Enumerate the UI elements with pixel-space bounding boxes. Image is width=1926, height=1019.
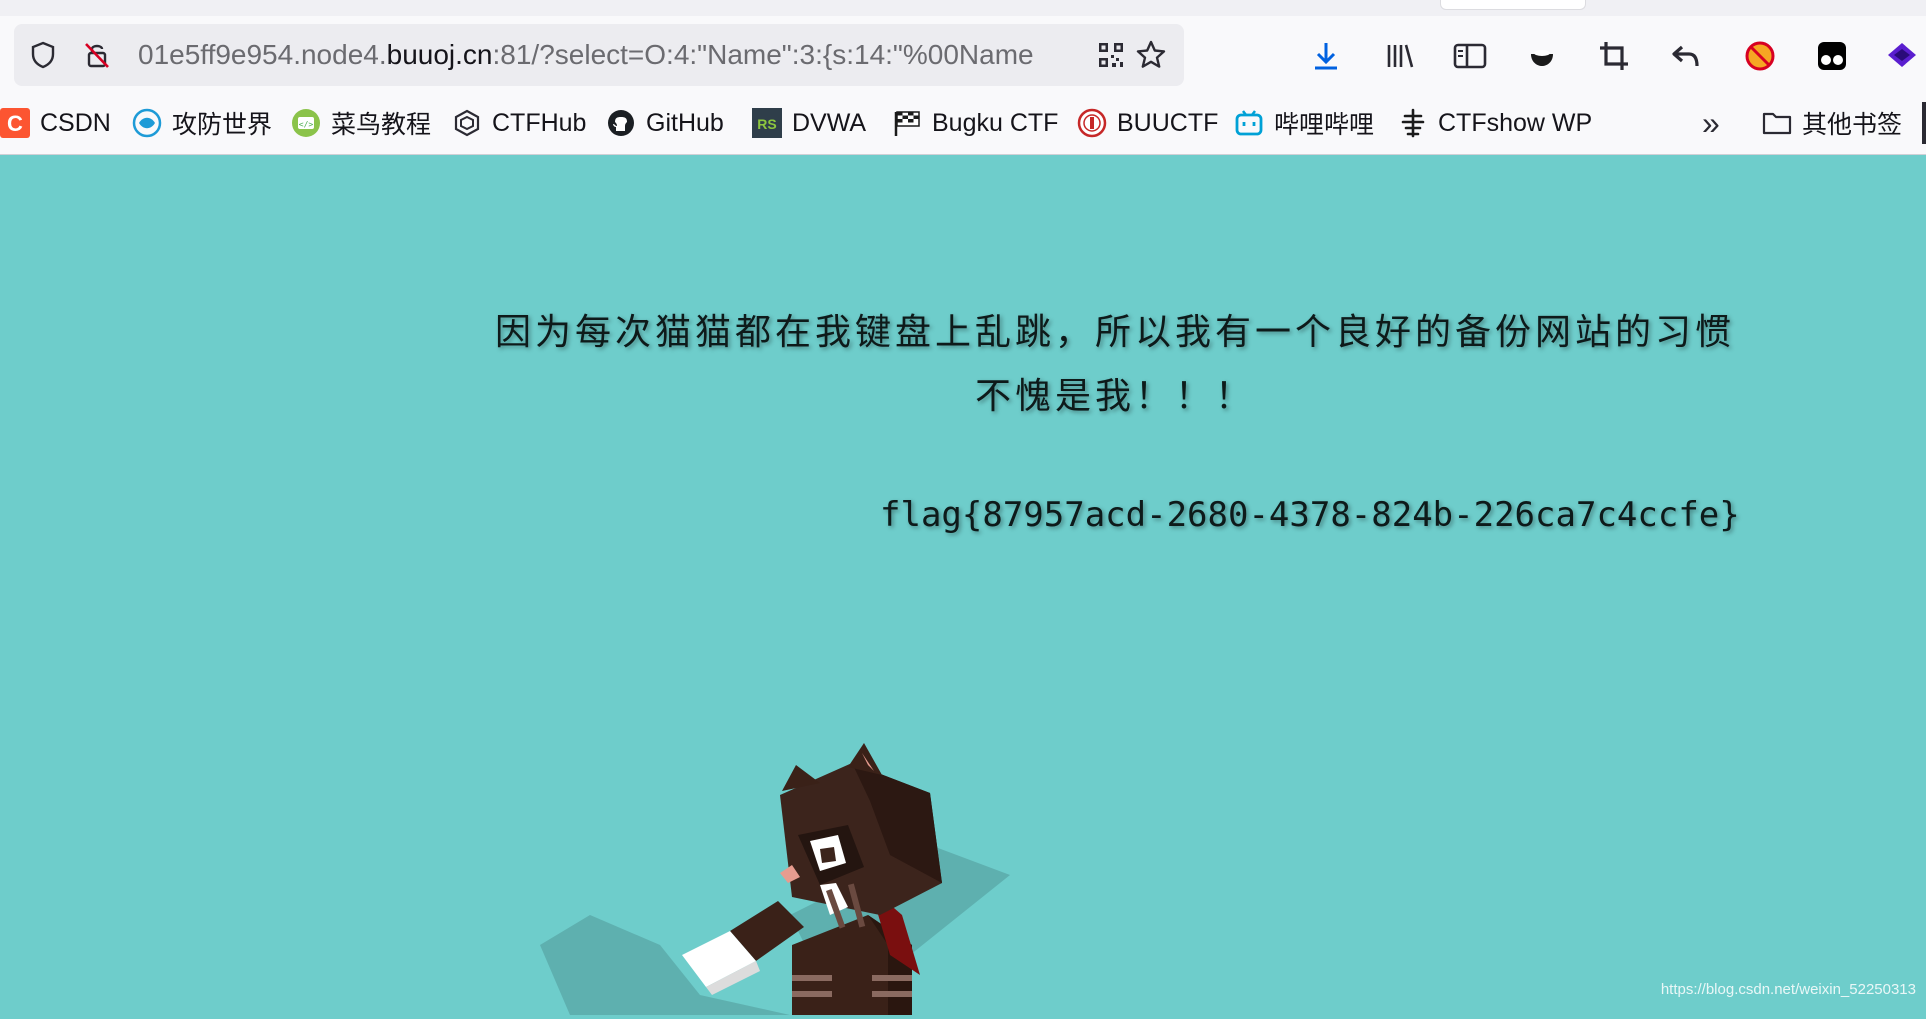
flag-text: flag{87957acd-2680-4378-824b-226ca7c4ccf… xyxy=(880,495,1740,535)
svg-text:RS: RS xyxy=(757,116,776,132)
download-icon[interactable] xyxy=(1304,34,1348,78)
back-undo-icon[interactable] xyxy=(1664,34,1708,78)
bookmark-label: 攻防世界 xyxy=(172,111,273,139)
dvwa-icon: RS xyxy=(752,108,782,138)
bookmark-bilibili[interactable]: 哔哩哔哩 xyxy=(1234,102,1374,144)
bookmark-label: 其他书签 xyxy=(1802,111,1903,139)
extension-layers-icon[interactable] xyxy=(1880,34,1924,78)
page-message-line2: 不愧是我！！！ xyxy=(974,376,1255,417)
bookmarks-overflow-chevron[interactable]: » xyxy=(1702,102,1720,144)
bookmark-label: Bugku CTF xyxy=(932,108,1059,137)
bookmark-bugku[interactable]: Bugku CTF xyxy=(892,102,1058,144)
url-text[interactable]: 01e5ff9e954.node4.buuoj.cn:81/?select=O:… xyxy=(138,37,1082,73)
url-host: buuoj.cn xyxy=(386,39,493,70)
bookmarks-edge xyxy=(1922,102,1926,144)
extension-tampermonkey-icon[interactable] xyxy=(1810,34,1854,78)
active-tab[interactable] xyxy=(1440,0,1586,10)
bookmark-star-icon[interactable] xyxy=(1134,38,1168,72)
csdn-watermark: https://blog.csdn.net/weixin_52250313 xyxy=(1660,981,1916,998)
bookmark-csdn[interactable]: C CSDN xyxy=(0,102,111,144)
svg-text:</>: </> xyxy=(299,120,314,129)
svg-text:C: C xyxy=(7,111,23,136)
url-path: :81/?select=O:4:"Name":3:{s:14:"%00Name xyxy=(492,39,1034,70)
bookmarks-toolbar: C CSDN 攻防世界 </> 菜鸟教程 CTFHub GitHub RS DV… xyxy=(0,102,1926,144)
bookmark-runoob[interactable]: </> 菜鸟教程 xyxy=(291,102,431,144)
ctfshow-icon xyxy=(1398,108,1428,138)
github-icon xyxy=(606,108,636,138)
bookmark-dvwa[interactable]: RS DVWA xyxy=(752,102,866,144)
screenshot-crop-icon[interactable] xyxy=(1592,34,1636,78)
runoob-icon: </> xyxy=(291,108,321,138)
bookmark-label: GitHub xyxy=(646,108,724,137)
csdn-icon: C xyxy=(0,108,30,138)
browser-chrome: 01e5ff9e954.node4.buuoj.cn:81/?select=O:… xyxy=(0,0,1926,155)
bookmark-label: 菜鸟教程 xyxy=(331,111,432,139)
bookmark-ctfshow[interactable]: CTFshow WP xyxy=(1398,102,1592,144)
bookmark-adworld[interactable]: 攻防世界 xyxy=(132,102,272,144)
bookmark-label: DVWA xyxy=(792,108,867,137)
shield-icon[interactable] xyxy=(26,38,60,72)
folder-icon xyxy=(1762,108,1792,138)
tab-strip xyxy=(0,0,1926,16)
ctfhub-icon xyxy=(452,108,482,138)
insecure-lock-icon[interactable] xyxy=(80,38,114,72)
extension-bowl-icon[interactable] xyxy=(1520,34,1564,78)
url-prefix: 01e5ff9e954.node4. xyxy=(138,39,387,70)
adworld-icon xyxy=(132,108,162,138)
bookmark-label: CTFshow WP xyxy=(1438,108,1593,137)
bilibili-icon xyxy=(1234,108,1264,138)
address-bar[interactable]: 01e5ff9e954.node4.buuoj.cn:81/?select=O:… xyxy=(14,24,1184,86)
library-icon[interactable] xyxy=(1378,34,1422,78)
bookmark-github[interactable]: GitHub xyxy=(606,102,724,144)
page-message-line1: 因为每次猫猫都在我键盘上乱跳，所以我有一个良好的备份网站的习惯 xyxy=(494,312,1735,353)
bookmark-ctfhub[interactable]: CTFHub xyxy=(452,102,586,144)
bookmark-label: CTFHub xyxy=(492,108,587,137)
bookmark-label: 哔哩哔哩 xyxy=(1274,111,1375,139)
bookmark-label: BUUCTF xyxy=(1117,108,1219,137)
sidebar-icon[interactable] xyxy=(1448,34,1492,78)
bookmark-other-folder[interactable]: 其他书签 xyxy=(1762,102,1902,144)
buuctf-icon xyxy=(1077,108,1107,138)
extension-block-icon[interactable] xyxy=(1738,34,1782,78)
qr-code-icon[interactable] xyxy=(1094,38,1128,72)
voxel-cat-illustration xyxy=(530,615,1230,1015)
bugku-flag-icon xyxy=(892,108,922,138)
bookmark-buuctf[interactable]: BUUCTF xyxy=(1077,102,1218,144)
bookmark-label: CSDN xyxy=(40,108,111,137)
page-content: 因为每次猫猫都在我键盘上乱跳，所以我有一个良好的备份网站的习惯 不愧是我！！！ … xyxy=(0,155,1926,1015)
